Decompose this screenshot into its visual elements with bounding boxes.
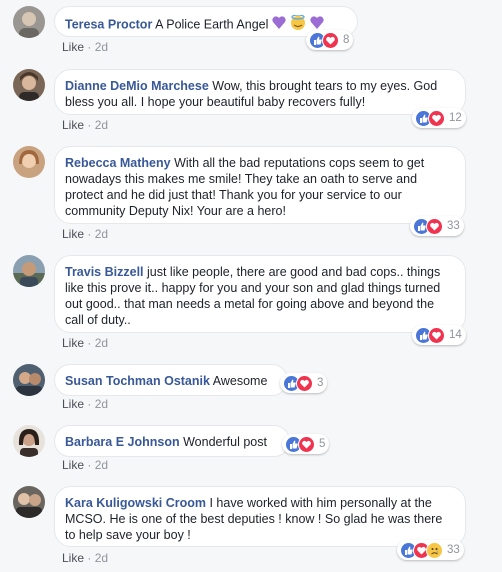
avatar[interactable] (13, 486, 45, 518)
reaction-count: 14 (449, 329, 462, 341)
reaction-count: 33 (447, 544, 460, 556)
reaction-summary[interactable]: 3 (280, 373, 328, 393)
reaction-summary[interactable]: 14 (412, 325, 466, 345)
timestamp[interactable]: 2d (95, 118, 108, 132)
comment-author[interactable]: Rebecca Matheny (65, 156, 171, 170)
heart-icon (428, 109, 445, 127)
reaction-count: 33 (447, 220, 460, 232)
like-link[interactable]: Like (62, 458, 84, 472)
like-link[interactable]: Like (62, 40, 84, 54)
reaction-summary[interactable]: 5 (282, 434, 330, 454)
heart-icon (426, 217, 443, 235)
heart-icon (296, 374, 313, 392)
comment-bubble: Kara Kuligowski Croom I have worked with… (54, 486, 466, 547)
avatar[interactable] (13, 6, 45, 38)
reaction-summary[interactable]: 12 (412, 108, 466, 128)
comment-actions: Like · 2d (62, 118, 108, 132)
timestamp[interactable]: 2d (95, 40, 108, 54)
comment-author[interactable]: Barbara E Johnson (65, 435, 180, 449)
comment-text: A Police Earth Angel (155, 17, 269, 32)
comment-bubble: Susan Tochman Ostanik Awesome (54, 364, 288, 396)
timestamp[interactable]: 2d (95, 227, 108, 241)
avatar[interactable] (13, 69, 45, 101)
comment-author[interactable]: Teresa Proctor (65, 17, 152, 31)
reaction-summary[interactable]: 33 (410, 216, 464, 236)
comment-bubble: Rebecca Matheny With all the bad reputat… (54, 146, 466, 224)
comment-actions: Like · 2d (62, 227, 108, 241)
separator: · (87, 397, 92, 411)
like-link[interactable]: Like (62, 336, 84, 350)
comment-actions: Like · 2d (62, 397, 108, 411)
avatar[interactable] (13, 146, 45, 178)
comment-bubble: Barbara E Johnson Wonderful post (54, 425, 290, 457)
reaction-count: 12 (449, 112, 462, 124)
comment-actions: Like · 2d (62, 458, 108, 472)
comment-text: Wonderful post (183, 435, 267, 449)
like-link[interactable]: Like (62, 118, 84, 132)
reaction-summary[interactable]: 33 (397, 540, 464, 560)
comment-bubble: Travis Bizzell just like people, there a… (54, 255, 466, 333)
timestamp[interactable]: 2d (95, 551, 108, 565)
separator: · (87, 551, 92, 565)
like-link[interactable]: Like (62, 397, 84, 411)
like-link[interactable]: Like (62, 551, 84, 565)
timestamp[interactable]: 2d (95, 336, 108, 350)
heart-icon (428, 326, 445, 344)
timestamp[interactable]: 2d (95, 397, 108, 411)
reaction-count: 5 (319, 438, 326, 450)
heart-icon (298, 435, 315, 453)
comment-author[interactable]: Kara Kuligowski Croom (65, 496, 206, 510)
comment-author[interactable]: Travis Bizzell (65, 265, 144, 279)
timestamp[interactable]: 2d (95, 458, 108, 472)
avatar[interactable] (13, 425, 45, 457)
separator: · (87, 336, 92, 350)
comment-text: Awesome (212, 374, 268, 388)
reaction-count: 8 (343, 34, 350, 46)
comment-author[interactable]: Dianne DeMio Marchese (65, 79, 209, 93)
comment-actions: Like · 2d (62, 551, 108, 565)
separator: · (87, 40, 92, 54)
comment-actions: Like · 2d (62, 40, 108, 54)
avatar[interactable] (13, 255, 45, 287)
reaction-count: 3 (317, 377, 324, 389)
like-link[interactable]: Like (62, 227, 84, 241)
avatar[interactable] (13, 364, 45, 396)
separator: · (87, 458, 92, 472)
separator: · (87, 227, 92, 241)
separator: · (87, 118, 92, 132)
heart-icon (322, 31, 339, 49)
comment-author[interactable]: Susan Tochman Ostanik (65, 374, 210, 388)
reaction-summary[interactable]: 8 (306, 30, 354, 50)
comment-bubble: Dianne DeMio Marchese Wow, this brought … (54, 69, 466, 115)
comment-actions: Like · 2d (62, 336, 108, 350)
sad-face-icon (426, 541, 443, 559)
